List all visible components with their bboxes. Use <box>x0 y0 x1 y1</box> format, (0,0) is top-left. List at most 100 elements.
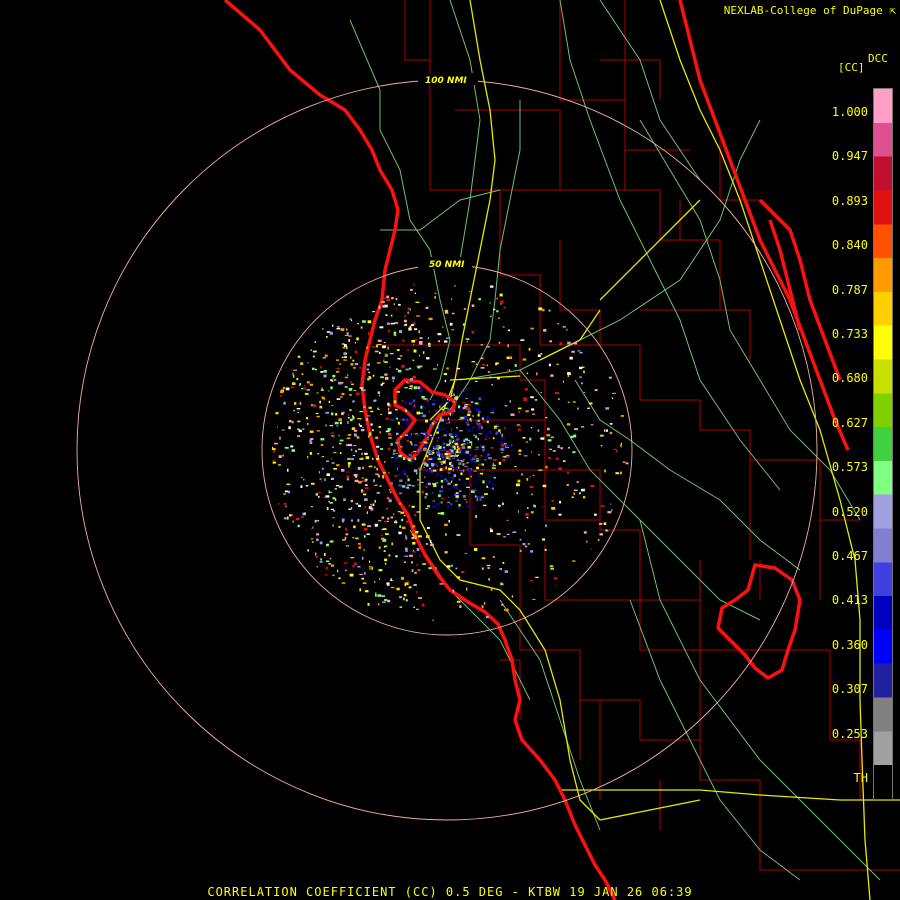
radar-return <box>604 429 607 432</box>
radar-return <box>475 446 479 448</box>
radar-return <box>379 485 382 487</box>
radar-return <box>285 505 287 508</box>
radar-return <box>367 603 370 606</box>
radar-return <box>430 543 434 547</box>
radar-return <box>387 517 390 520</box>
radar-return <box>432 483 436 485</box>
radar-return <box>482 448 486 451</box>
radar-return <box>372 374 375 377</box>
radar-return <box>346 471 349 473</box>
radar-return <box>343 356 347 358</box>
radar-return <box>460 444 464 446</box>
radar-return <box>535 576 539 578</box>
radar-return <box>315 493 318 496</box>
legend-tick: 0.307 <box>831 682 868 697</box>
radar-return <box>328 500 330 503</box>
radar-return <box>385 533 389 535</box>
radar-return <box>613 448 617 450</box>
radar-return <box>587 407 590 409</box>
radar-return <box>411 569 414 573</box>
radar-return <box>455 380 457 382</box>
radar-return <box>494 427 498 429</box>
radar-return <box>411 534 415 536</box>
legend-tick: 0.467 <box>831 549 868 563</box>
radar-return <box>316 538 319 542</box>
radar-return <box>453 393 455 397</box>
radar-return <box>458 478 461 481</box>
radar-return <box>360 326 363 329</box>
radar-return <box>438 436 440 439</box>
radar-return <box>377 344 382 345</box>
radar-return <box>475 408 480 411</box>
radar-return <box>491 384 493 386</box>
radar-return <box>432 469 437 472</box>
radar-return <box>330 432 334 434</box>
radar-return <box>462 402 467 404</box>
radar-return <box>551 500 554 502</box>
radar-return <box>465 338 470 340</box>
radar-return <box>329 502 333 504</box>
radar-return <box>607 511 612 514</box>
radar-return <box>486 458 488 460</box>
radar-return <box>478 463 482 465</box>
radar-return <box>370 423 373 426</box>
radar-return <box>550 374 554 377</box>
radar-return <box>401 526 406 530</box>
radar-return <box>300 485 303 488</box>
radar-return <box>486 485 488 488</box>
radar-return <box>321 467 324 470</box>
radar-return <box>413 386 418 390</box>
radar-return <box>416 511 421 513</box>
radar-return <box>609 423 613 425</box>
radar-return <box>479 424 481 426</box>
radar-return <box>487 567 490 570</box>
radar-return <box>489 487 493 490</box>
radar-return <box>299 383 301 385</box>
radar-return <box>459 458 461 461</box>
radar-return <box>405 422 409 424</box>
radar-return <box>530 327 534 330</box>
radar-return <box>455 500 458 502</box>
radar-return <box>301 476 303 478</box>
radar-return <box>346 475 349 478</box>
radar-return <box>414 457 417 460</box>
radar-return <box>325 424 327 427</box>
radar-return <box>361 477 364 479</box>
radar-return <box>368 465 373 468</box>
radar-return <box>382 345 387 347</box>
radar-return <box>283 517 287 520</box>
radar-return <box>444 309 449 313</box>
radar-return <box>491 408 495 411</box>
radar-return <box>448 433 451 436</box>
radar-return <box>345 569 347 572</box>
radar-return <box>436 431 439 434</box>
radar-return <box>388 408 390 411</box>
radar-return <box>599 434 604 437</box>
radar-return <box>328 390 330 392</box>
radar-return <box>343 562 345 565</box>
radar-return <box>464 552 467 554</box>
radar-return <box>479 472 484 475</box>
radar-return <box>502 459 506 462</box>
radar-return <box>386 322 391 325</box>
radar-return <box>390 516 394 519</box>
radar-return <box>525 441 529 443</box>
radar-return <box>415 528 416 531</box>
radar-return <box>574 428 578 431</box>
radar-return <box>330 564 334 567</box>
radar-return <box>461 571 465 574</box>
radar-return <box>278 455 282 458</box>
radar-return <box>471 443 473 447</box>
radar-return <box>438 448 442 452</box>
radar-return <box>471 488 473 491</box>
radar-return <box>339 421 342 425</box>
radar-return <box>350 363 354 366</box>
radar-return <box>425 433 428 437</box>
radar-return <box>353 366 356 369</box>
radar-return <box>377 594 382 597</box>
radar-return <box>396 391 400 393</box>
radar-return <box>332 324 334 327</box>
radar-return <box>325 560 330 563</box>
radar-return <box>407 307 410 310</box>
radar-return <box>458 448 460 450</box>
